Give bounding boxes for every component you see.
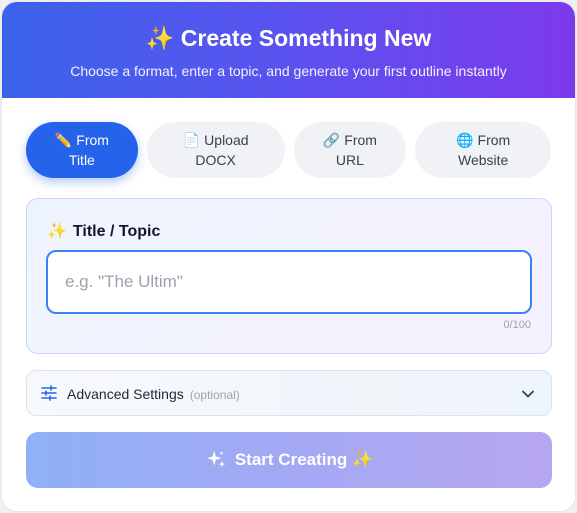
link-icon: 🔗 [322,132,341,148]
tab-from-url[interactable]: 🔗 From URL [293,122,407,178]
tab-label: DOCX [195,152,236,168]
tab-label: Upload [204,132,249,148]
chevron-down-icon [522,390,534,398]
tab-from-title[interactable]: ✏️ From Title [26,122,138,178]
sparkles-icon [206,450,226,468]
tab-from-website[interactable]: 🌐 From Website [415,122,552,178]
topic-label: ✨ Title / Topic [47,221,160,241]
sparkle-icon: ✨ [47,223,67,240]
character-counter: 0/100 [503,319,531,331]
optional-tag: (optional) [189,388,240,402]
page-subtitle: Choose a format, enter a topic, and gene… [70,63,507,79]
topic-panel: ✨ Title / Topic 0/100 [26,198,552,354]
advanced-settings-label: Advanced Settings (optional) [67,386,240,402]
tab-upload-docx[interactable]: 📄 Upload DOCX [146,122,285,178]
format-tabs: ✏️ From Title 📄 Upload DOCX 🔗 From URL 🌐 Fro… [26,122,552,178]
globe-icon: 🌐 [456,132,474,148]
tab-label: Website [457,152,509,168]
tab-label: URL [335,152,364,168]
tab-label: From [344,132,377,148]
create-card: ✨ Create Something New Choose a format, … [1,1,576,512]
tab-label: From [477,132,511,148]
card-header: ✨ Create Something New Choose a format, … [2,2,575,98]
pencil-icon: ✏️ [54,132,73,148]
start-creating-label: Start Creating ✨ [234,450,374,469]
page-title: ✨ Create Something New [145,25,432,51]
advanced-settings-toggle[interactable]: Advanced Settings (optional) [26,370,552,416]
topic-input[interactable] [46,250,532,314]
start-creating-button[interactable]: Start Creating ✨ [26,432,552,488]
advanced-settings-text: Advanced Settings [67,386,184,402]
topic-label-text: Title / Topic [72,223,161,240]
tab-label: From [76,132,109,148]
document-icon: 📄 [182,132,201,148]
tab-label: Title [68,152,95,168]
sliders-icon [41,385,57,401]
